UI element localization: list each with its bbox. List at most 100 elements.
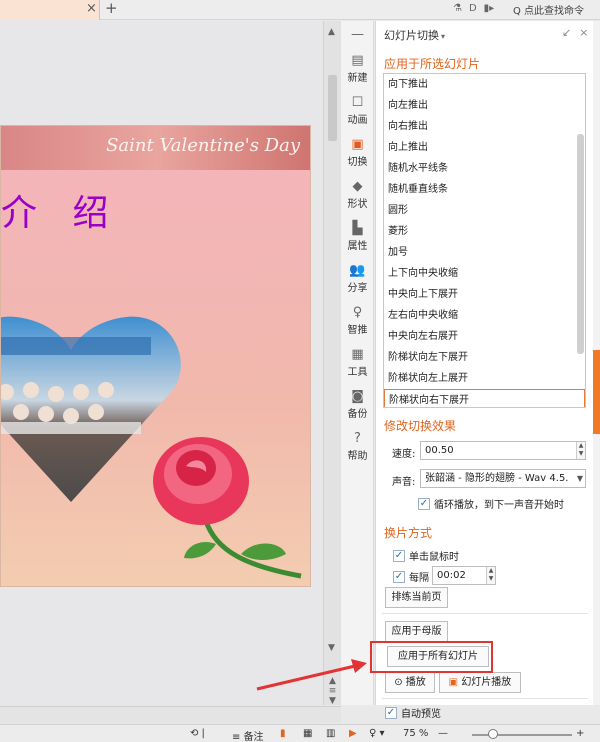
list-item[interactable]: 向左推出 — [384, 95, 585, 116]
chevron-down-icon[interactable]: ▼ — [577, 470, 583, 487]
new-tab-icon[interactable]: + — [105, 0, 118, 17]
title-bar: × + ⚗ D ▮▸ Q 点此查找命令 — [0, 0, 600, 20]
scroll-thumb[interactable] — [328, 75, 337, 141]
pin-icon[interactable]: ↙ — [562, 26, 571, 39]
list-item[interactable]: 中央向上下展开 — [384, 284, 585, 305]
list-item[interactable]: 向上推出 — [384, 137, 585, 158]
sidebar-item-smart[interactable]: ♀ 智推 — [341, 305, 374, 336]
sound-select[interactable]: 张韶涵 - 隐形的翅膀 - Wav 4.5. ▼ — [420, 469, 586, 488]
skin-icon[interactable]: ⚗ — [453, 3, 462, 14]
speed-input[interactable]: 00.50 ▲ ▼ — [420, 441, 586, 460]
slideshow-button[interactable]: ▣ 幻灯片播放 — [439, 672, 521, 693]
transition-list[interactable]: 向下推出 向左推出 向右推出 向上推出 随机水平线条 随机垂直线条 圆形 菱形 … — [383, 73, 586, 408]
slideshow-label: 幻灯片播放 — [461, 677, 512, 688]
sidebar-item-label: 形状 — [347, 199, 368, 210]
doc-icon[interactable]: D — [469, 3, 477, 14]
sidebar-item-tools[interactable]: ▦ 工具 — [341, 347, 374, 378]
list-item-selected[interactable]: 阶梯状向右下展开 — [384, 389, 585, 407]
sorter-view-icon[interactable]: ▦ — [303, 728, 312, 739]
slide-canvas[interactable]: Saint Valentine's Day 介 绍 — [0, 21, 323, 724]
sidebar-item-label: 帮助 — [347, 451, 368, 462]
canvas-scrollbar[interactable]: ▲ ▼ ▲ ≡ ▼ — [323, 21, 341, 706]
speed-label: 速度: — [392, 449, 416, 460]
list-item[interactable]: 阶梯状向左下展开 — [384, 347, 585, 368]
close-icon[interactable]: × — [579, 26, 588, 39]
reading-view-icon[interactable]: ▥ — [326, 728, 335, 739]
loop-label: 循环播放，到下一声音开始时 — [434, 500, 564, 511]
list-item[interactable]: 加号 — [384, 242, 585, 263]
sidebar-item-new[interactable]: ▤ 新建 — [341, 53, 374, 84]
checkbox-checked-icon[interactable]: ✓ — [385, 706, 397, 719]
list-item[interactable]: 随机垂直线条 — [384, 179, 585, 200]
panel-toggle-tab[interactable] — [593, 350, 600, 434]
document-tab[interactable]: × — [0, 0, 100, 20]
slide-title[interactable]: 介 绍 — [1, 184, 120, 236]
sound-value: 张韶涵 - 隐形的翅膀 - Wav 4.5. — [425, 473, 569, 484]
notes-button[interactable]: ≡ 备注 — [232, 728, 264, 742]
modify-effect-title: 修改切换效果 — [384, 419, 457, 433]
list-item[interactable]: 圆形 — [384, 200, 585, 221]
zoom-out-icon[interactable]: — — [438, 728, 448, 739]
pin-icon[interactable]: ♀ ▾ — [369, 728, 385, 739]
backup-icon: ◙ — [351, 389, 364, 404]
spin-icon[interactable]: ▲ ▼ — [486, 567, 495, 584]
command-search[interactable]: Q 点此查找命令 — [513, 2, 584, 17]
share-icon[interactable]: ▮▸ — [484, 3, 495, 14]
every-checkbox[interactable]: ✓ 每隔 — [393, 569, 429, 584]
loop-checkbox[interactable]: ✓ 循环播放，到下一声音开始时 — [418, 496, 564, 511]
zoom-slider-knob[interactable] — [488, 729, 498, 739]
auto-preview-checkbox[interactable]: ✓ 自动预览 — [385, 705, 441, 720]
close-tab-icon[interactable]: × — [86, 1, 97, 16]
checkbox-checked-icon[interactable]: ✓ — [393, 549, 405, 562]
panel-icons: ↙ × — [562, 26, 588, 39]
slide-banner: Saint Valentine's Day — [1, 126, 310, 170]
checkbox-checked-icon[interactable]: ✓ — [418, 497, 430, 510]
annotation-arrow-icon — [256, 659, 367, 691]
sound-label: 声音: — [392, 477, 416, 488]
spin-icon[interactable]: ▲ ▼ — [576, 442, 585, 459]
list-item[interactable]: 阶梯状向左上展开 — [384, 368, 585, 389]
normal-view-icon[interactable]: ▮ — [280, 728, 286, 739]
panel-title[interactable]: 幻灯片切换 ▾ — [384, 27, 445, 43]
list-item[interactable]: 向右推出 — [384, 116, 585, 137]
list-item[interactable]: 中央向左右展开 — [384, 326, 585, 347]
list-item[interactable]: 随机水平线条 — [384, 158, 585, 179]
interval-input[interactable]: 00:02 ▲ ▼ — [432, 566, 496, 585]
shape-icon: ◆ — [352, 179, 363, 194]
chevron-down-icon[interactable]: ▾ — [441, 32, 445, 41]
scroll-down-icon[interactable]: ▼ — [328, 643, 335, 653]
sidebar-item-collapse[interactable]: — — [341, 27, 374, 43]
rose-image[interactable] — [146, 426, 311, 586]
list-item[interactable]: 菱形 — [384, 221, 585, 242]
zoom-slider[interactable] — [472, 734, 572, 736]
slide[interactable]: Saint Valentine's Day 介 绍 — [0, 125, 311, 587]
panel-title-text: 幻灯片切换 — [384, 29, 439, 42]
list-scrollbar[interactable] — [577, 134, 584, 354]
horizontal-scrollbar[interactable] — [0, 706, 341, 723]
sidebar-item-shape[interactable]: ◆ 形状 — [341, 179, 374, 210]
sidebar-item-backup[interactable]: ◙ 备份 — [341, 389, 374, 420]
top-icons: ⚗ D ▮▸ — [453, 3, 494, 14]
list-item[interactable]: 向下推出 — [384, 74, 585, 95]
sidebar-item-property[interactable]: ▙ 属性 — [341, 221, 374, 252]
list-item[interactable]: 左右向中央收缩 — [384, 305, 585, 326]
sidebar-item-share[interactable]: 👥 分享 — [341, 263, 374, 294]
on-click-checkbox[interactable]: ✓ 单击鼠标时 — [393, 548, 459, 563]
apply-master-button[interactable]: 应用于母版 — [385, 621, 448, 642]
list-item[interactable]: 上下向中央收缩 — [384, 263, 585, 284]
divider — [382, 698, 588, 699]
scroll-up-icon[interactable]: ▲ — [328, 27, 335, 37]
zoom-level[interactable]: 75 % — [403, 728, 428, 739]
undo-icon[interactable]: ⟲ | — [190, 728, 205, 739]
on-click-label: 单击鼠标时 — [409, 552, 459, 563]
transition-panel: 幻灯片切换 ▾ ↙ × 应用于所选幻灯片 向下推出 向左推出 向右推出 向上推出 … — [375, 21, 593, 720]
sidebar-item-transition[interactable]: ▣ 切换 — [341, 137, 374, 168]
sidebar-item-animation[interactable]: ☐ 动画 — [341, 95, 374, 126]
rehearse-button[interactable]: 排练当前页 — [385, 587, 448, 608]
checkbox-checked-icon[interactable]: ✓ — [393, 570, 405, 583]
status-bar: ⟲ | ≡ 备注 ▮ ▦ ▥ ▶ ♀ ▾ 75 % — + — [0, 724, 600, 742]
sidebar-item-help[interactable]: ? 帮助 — [341, 431, 374, 462]
zoom-in-icon[interactable]: + — [576, 728, 584, 739]
play-icon[interactable]: ▶ — [349, 728, 357, 739]
play-button[interactable]: ⊙ 播放 — [385, 672, 435, 693]
